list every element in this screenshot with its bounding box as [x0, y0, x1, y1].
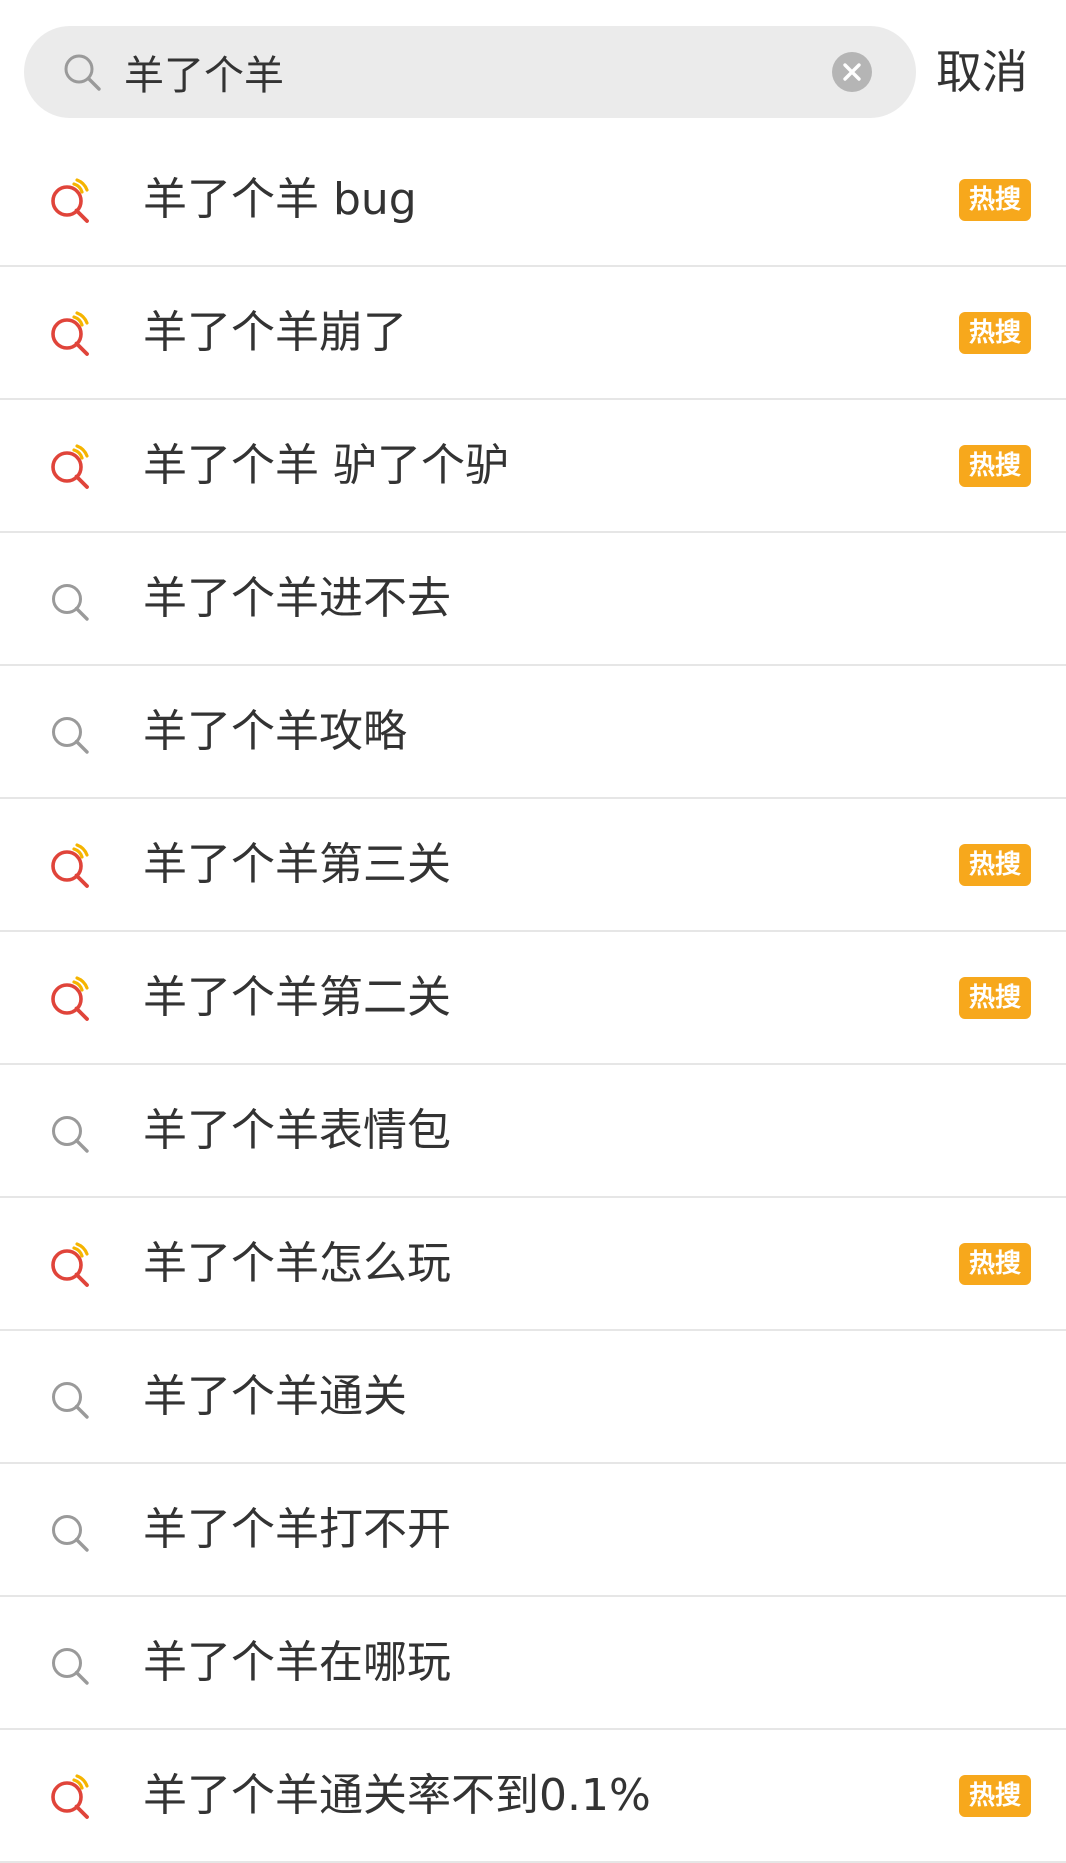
list-item[interactable]: 羊了个羊第三关 热搜	[0, 799, 1066, 932]
hot-search-icon	[48, 444, 94, 490]
hot-search-icon	[48, 1774, 94, 1820]
list-item[interactable]: 羊了个羊打不开	[0, 1464, 1066, 1597]
suggestion-text: 羊了个羊通关	[143, 1371, 407, 1422]
hot-badge: 热搜	[959, 977, 1031, 1019]
list-item[interactable]: 羊了个羊崩了 热搜	[0, 267, 1066, 400]
hot-search-icon	[48, 311, 94, 357]
search-icon	[48, 1641, 94, 1687]
suggestion-text: 羊了个羊表情包	[143, 1105, 451, 1156]
close-icon	[843, 63, 861, 81]
suggestion-text: 羊了个羊崩了	[143, 307, 407, 358]
list-item[interactable]: 羊了个羊在哪玩	[0, 1597, 1066, 1730]
hot-search-icon	[48, 178, 94, 224]
suggestion-list: 羊了个羊 bug 热搜 羊了个羊崩了 热搜 羊了个羊 驴了个驴 热搜 羊了个羊进不去 羊了个羊…	[0, 134, 1066, 1863]
suggestion-text: 羊了个羊在哪玩	[143, 1637, 451, 1688]
suggestion-text: 羊了个羊 bug	[143, 174, 417, 225]
search-icon	[61, 51, 103, 93]
hot-search-icon	[48, 843, 94, 889]
suggestion-text: 羊了个羊打不开	[143, 1504, 451, 1555]
search-header: 取消	[0, 0, 1066, 132]
list-item[interactable]: 羊了个羊攻略	[0, 666, 1066, 799]
hot-badge: 热搜	[959, 312, 1031, 354]
suggestion-text: 羊了个羊怎么玩	[143, 1238, 451, 1289]
list-item[interactable]: 羊了个羊 驴了个驴 热搜	[0, 400, 1066, 533]
hot-badge: 热搜	[959, 179, 1031, 221]
list-item[interactable]: 羊了个羊进不去	[0, 533, 1066, 666]
cancel-button[interactable]: 取消	[936, 26, 1056, 118]
hot-badge: 热搜	[959, 1243, 1031, 1285]
suggestion-text: 羊了个羊第三关	[143, 839, 451, 890]
list-item[interactable]: 羊了个羊怎么玩 热搜	[0, 1198, 1066, 1331]
hot-search-icon	[48, 976, 94, 1022]
search-input[interactable]	[124, 26, 844, 118]
suggestion-text: 羊了个羊攻略	[143, 706, 407, 757]
hot-badge: 热搜	[959, 1775, 1031, 1817]
hot-search-icon	[48, 1242, 94, 1288]
suggestion-text: 羊了个羊第二关	[143, 972, 451, 1023]
list-item[interactable]: 羊了个羊表情包	[0, 1065, 1066, 1198]
hot-badge: 热搜	[959, 844, 1031, 886]
list-item[interactable]: 羊了个羊 bug 热搜	[0, 134, 1066, 267]
search-icon	[48, 1375, 94, 1421]
clear-button[interactable]	[832, 52, 872, 92]
search-icon	[48, 1508, 94, 1554]
list-item[interactable]: 羊了个羊通关率不到0.1% 热搜	[0, 1730, 1066, 1863]
suggestion-text: 羊了个羊通关率不到0.1%	[143, 1770, 651, 1821]
hot-badge: 热搜	[959, 445, 1031, 487]
search-icon	[48, 1109, 94, 1155]
list-item[interactable]: 羊了个羊通关	[0, 1331, 1066, 1464]
list-item[interactable]: 羊了个羊第二关 热搜	[0, 932, 1066, 1065]
search-icon	[48, 710, 94, 756]
suggestion-text: 羊了个羊进不去	[143, 573, 451, 624]
suggestion-text: 羊了个羊 驴了个驴	[143, 440, 509, 491]
search-box[interactable]	[24, 26, 916, 118]
search-icon	[48, 577, 94, 623]
